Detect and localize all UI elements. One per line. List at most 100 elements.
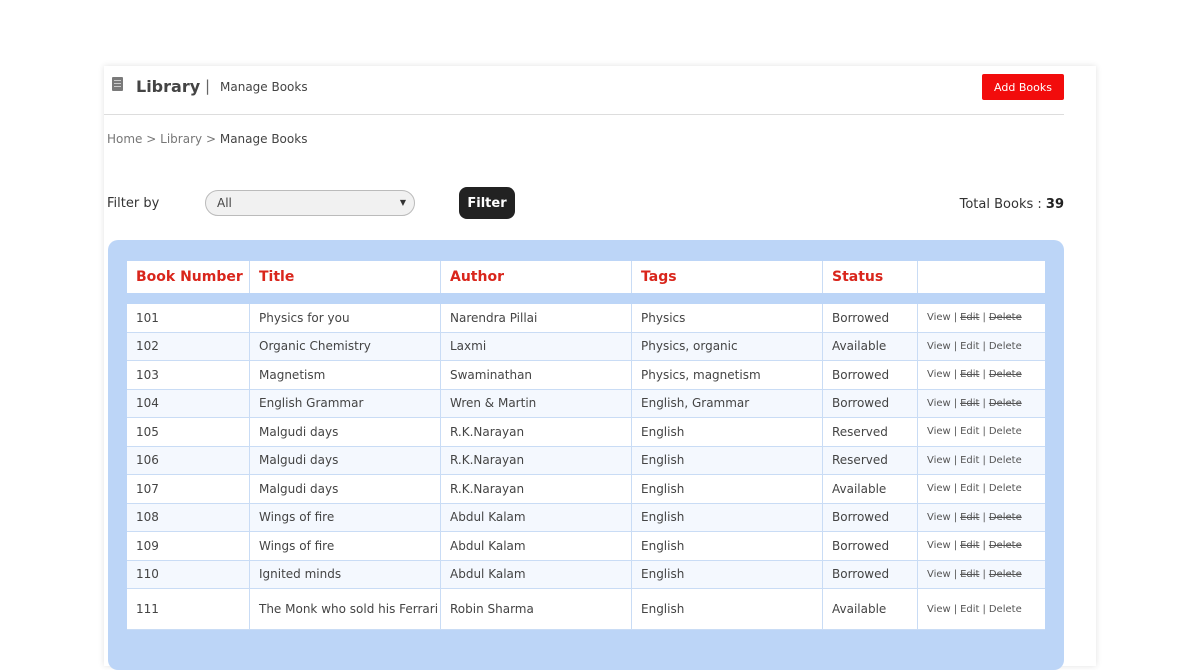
breadcrumb-library[interactable]: Library [160,132,202,146]
view-link[interactable]: View [927,455,951,466]
cell-title: The Monk who sold his Ferrari [250,589,441,629]
table-row: 103 Magnetism Swaminathan Physics, magnetis… [127,361,1045,390]
table-row: 107 Malgudi days R.K.Narayan English Availab… [127,475,1045,504]
view-link[interactable]: View [927,426,951,437]
cell-tags: English [632,446,823,474]
table-row: 108 Wings of fire Abdul Kalam English Borrow… [127,503,1045,532]
cell-status: Borrowed [823,361,918,389]
cell-book-number: 108 [127,503,250,531]
cell-status: Available [823,589,918,629]
cell-title: Malgudi days [250,475,441,503]
edit-link[interactable]: Edit [960,426,979,437]
breadcrumb: Home > Library > Manage Books [107,132,307,146]
cell-actions: View | Edit | Delete [918,361,1045,389]
cell-status: Reserved [823,446,918,474]
cell-author: R.K.Narayan [441,418,632,446]
action-separator: | [982,511,986,523]
cell-book-number: 104 [127,389,250,417]
cell-status: Borrowed [823,532,918,560]
delete-link[interactable]: Delete [989,483,1022,494]
delete-link[interactable]: Delete [989,455,1022,466]
action-separator: | [953,397,958,409]
view-link[interactable]: View [927,569,951,580]
action-separator: | [982,397,986,409]
cell-tags: English [632,560,823,588]
cell-author: Abdul Kalam [441,560,632,588]
delete-link[interactable]: Delete [989,341,1022,352]
column-header-tags: Tags [632,261,823,293]
cell-author: Wren & Martin [441,389,632,417]
edit-link: Edit [960,312,980,324]
action-separator: | [953,340,958,352]
action-separator: | [982,603,986,615]
app-title: Library [136,77,201,96]
column-header-status: Status [823,261,918,293]
book-icon [112,77,123,91]
column-header-author: Author [441,261,632,293]
view-link[interactable]: View [927,512,951,523]
cell-tags: English [632,418,823,446]
cell-title: Wings of fire [250,532,441,560]
cell-tags: English [632,532,823,560]
cell-book-number: 111 [127,589,250,629]
cell-status: Borrowed [823,560,918,588]
cell-tags: English, Grammar [632,389,823,417]
cell-book-number: 103 [127,361,250,389]
filter-button[interactable]: Filter [459,187,515,219]
title-separator: | [205,77,211,95]
cell-book-number: 105 [127,418,250,446]
action-separator: | [982,426,986,438]
cell-status: Available [823,332,918,360]
action-separator: | [953,603,958,615]
view-link[interactable]: View [927,398,951,409]
view-link[interactable]: View [927,341,951,352]
cell-title: English Grammar [250,389,441,417]
action-separator: | [982,312,986,324]
edit-link[interactable]: Edit [960,604,979,615]
cell-status: Reserved [823,418,918,446]
delete-link: Delete [988,369,1022,381]
view-link[interactable]: View [927,312,951,323]
delete-link[interactable]: Delete [989,426,1022,437]
delete-link[interactable]: Delete [989,604,1022,615]
cell-status: Borrowed [823,304,918,332]
action-separator: | [982,540,986,552]
cell-status: Borrowed [823,503,918,531]
cell-author: Swaminathan [441,361,632,389]
cell-tags: English [632,503,823,531]
action-separator: | [953,511,958,523]
breadcrumb-separator: > [205,132,217,146]
cell-status: Borrowed [823,389,918,417]
breadcrumb-home[interactable]: Home [107,132,142,146]
cell-actions: View | Edit | Delete [918,390,1045,418]
action-separator: | [982,568,986,580]
edit-link: Edit [960,511,980,523]
table-row: 102 Organic Chemistry Laxmi Physics, organi… [127,332,1045,361]
view-link[interactable]: View [927,369,951,380]
cell-book-number: 107 [127,475,250,503]
cell-title: Malgudi days [250,418,441,446]
table-row: 105 Malgudi days R.K.Narayan English Reserve… [127,418,1045,447]
cell-author: Abdul Kalam [441,532,632,560]
cell-book-number: 102 [127,332,250,360]
view-link[interactable]: View [927,604,951,615]
table-row: 111 The Monk who sold his Ferrari Robin Sh… [127,589,1045,630]
edit-link[interactable]: Edit [960,455,979,466]
filter-select[interactable]: All ▼ [205,190,415,216]
table-row: 110 Ignited minds Abdul Kalam English Borrow… [127,560,1045,589]
cell-tags: English [632,475,823,503]
cell-author: R.K.Narayan [441,446,632,474]
cell-actions: View | Edit | Delete [918,418,1045,446]
edit-link: Edit [960,568,980,580]
view-link[interactable]: View [927,483,951,494]
delete-link: Delete [988,312,1022,324]
edit-link[interactable]: Edit [960,483,979,494]
total-books: Total Books : 39 [960,197,1064,212]
edit-link[interactable]: Edit [960,341,979,352]
cell-book-number: 109 [127,532,250,560]
view-link[interactable]: View [927,540,951,551]
table-row: 109 Wings of fire Abdul Kalam English Borrow… [127,532,1045,561]
action-separator: | [982,340,986,352]
add-books-button[interactable]: Add Books [982,74,1064,100]
cell-title: Ignited minds [250,560,441,588]
